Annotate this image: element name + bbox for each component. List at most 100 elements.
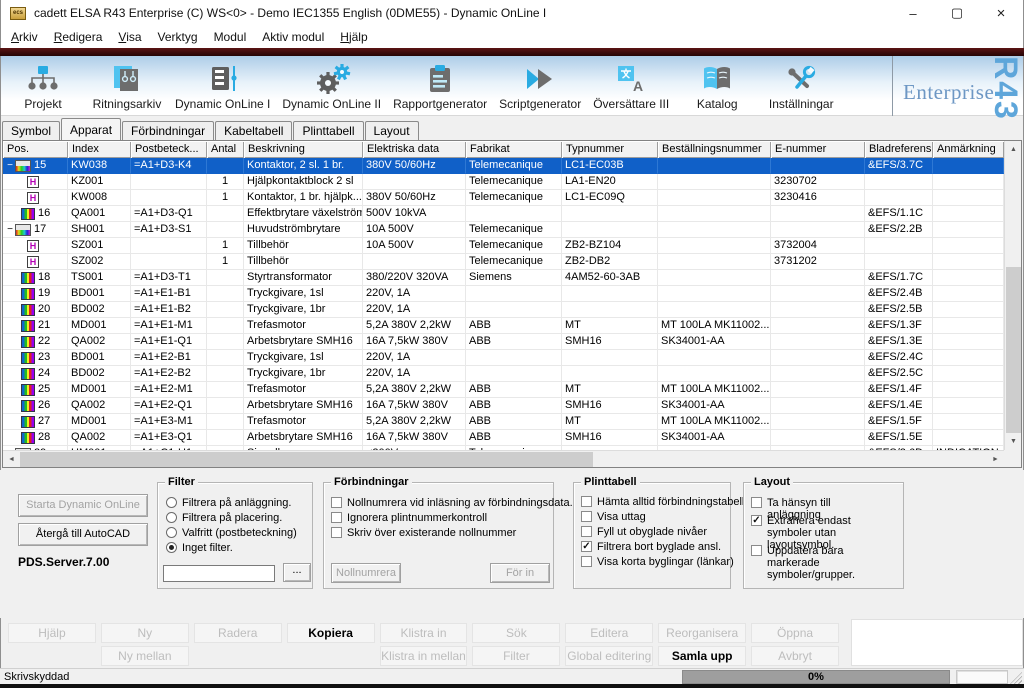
scriptgenerator-toolbar-button[interactable]: Scriptgenerator	[493, 56, 587, 115]
layout-option-uppdatera-bara-markerade-symboler-grupper[interactable]: Uppdatera bara markerade symboler/gruppe…	[751, 545, 886, 581]
table-row[interactable]: 19BD001=A1+E1-B1Tryckgivare, 1sl220V, 1A…	[3, 286, 1004, 302]
table-row[interactable]: −15KW038=A1+D3-K4Kontaktor, 2 sl. 1 br.3…	[3, 158, 1004, 174]
column-header-pos[interactable]: Pos.	[3, 141, 68, 158]
collapse-icon[interactable]: −	[5, 223, 15, 237]
table-row[interactable]: HKW0081Kontaktor, 1 br. hjälpk...380V 50…	[3, 190, 1004, 206]
table-row[interactable]: 23BD001=A1+E2-B1Tryckgivare, 1sl220V, 1A…	[3, 350, 1004, 366]
dynamic-online-i-toolbar-button[interactable]: Dynamic OnLine I	[169, 56, 276, 115]
hscroll-thumb[interactable]	[20, 452, 593, 467]
ppna-button[interactable]: Öppna	[751, 623, 839, 643]
checkbox-icon[interactable]: ✓	[751, 515, 762, 526]
column-header-best-llningsnummer[interactable]: Beställningsnummer	[658, 141, 771, 158]
filter-value-input[interactable]	[163, 565, 275, 582]
column-header-anm-rkning[interactable]: Anmärkning	[933, 141, 1004, 158]
filter-option-filtrera-p-placering[interactable]: Filtrera på placering.	[166, 512, 282, 524]
resize-grip-icon[interactable]	[1010, 672, 1022, 684]
scroll-right-icon[interactable]: ►	[987, 451, 1004, 468]
maximize-icon[interactable]: ▢	[935, 0, 979, 26]
column-header-index[interactable]: Index	[68, 141, 131, 158]
table-row[interactable]: HKZ0011Hjälpkontaktblock 2 slTelemecaniq…	[3, 174, 1004, 190]
vscroll-thumb[interactable]	[1006, 267, 1021, 433]
menu-modul[interactable]: Modul	[206, 28, 255, 46]
checkbox-icon[interactable]	[331, 527, 342, 538]
column-header-elektriska-data[interactable]: Elektriska data	[363, 141, 466, 158]
klistra-in-mellan-button[interactable]: Klistra in mellan	[380, 646, 468, 666]
table-row[interactable]: 26QA002=A1+E2-Q1Arbetsbrytare SMH1616A 7…	[3, 398, 1004, 414]
close-icon[interactable]: ×	[979, 0, 1023, 26]
checkbox-icon[interactable]	[581, 556, 592, 567]
return-to-autocad-button[interactable]: Återgå till AutoCAD	[18, 523, 148, 546]
radio-icon[interactable]	[166, 497, 177, 508]
samla-upp-button[interactable]: Samla upp	[658, 646, 746, 666]
checkbox-icon[interactable]	[331, 512, 342, 523]
vers-ttare-iii-toolbar-button[interactable]: AÖversättare III	[587, 56, 675, 115]
klistra-in-button[interactable]: Klistra in	[380, 623, 468, 643]
terminal-option-visa-uttag[interactable]: Visa uttag	[581, 511, 646, 523]
checkbox-icon[interactable]	[581, 496, 592, 507]
radera-button[interactable]: Radera	[194, 623, 282, 643]
column-header-antal[interactable]: Antal	[207, 141, 244, 158]
tab-f-rbindningar[interactable]: Förbindningar	[122, 121, 214, 140]
minimize-icon[interactable]: –	[891, 0, 935, 26]
scroll-down-icon[interactable]: ▼	[1005, 433, 1022, 450]
filter-option-inget-filter[interactable]: Inget filter.	[166, 542, 233, 554]
vertical-scrollbar[interactable]: ▲ ▼	[1004, 141, 1021, 450]
column-header-e-nummer[interactable]: E-nummer	[771, 141, 865, 158]
checkbox-icon[interactable]	[581, 526, 592, 537]
menu-arkiv[interactable]: Arkiv	[3, 28, 46, 46]
tab-symbol[interactable]: Symbol	[2, 121, 60, 140]
table-row[interactable]: 25MD001=A1+E2-M1Trefasmotor5,2A 380V 2,2…	[3, 382, 1004, 398]
filter-button[interactable]: Filter	[472, 646, 560, 666]
table-row[interactable]: 18TS001=A1+D3-T1Styrtransformator380/220…	[3, 270, 1004, 286]
tab-apparat[interactable]: Apparat	[61, 118, 121, 140]
inst-llningar-toolbar-button[interactable]: Inställningar	[759, 56, 843, 115]
terminal-option-visa-korta-byglingar-l-nkar[interactable]: Visa korta byglingar (länkar)	[581, 556, 734, 568]
editera-button[interactable]: Editera	[565, 623, 653, 643]
checkbox-icon[interactable]	[581, 511, 592, 522]
checkbox-icon[interactable]	[751, 497, 762, 508]
checkbox-icon[interactable]: ✓	[581, 541, 592, 552]
column-header-postbeteck[interactable]: Postbeteck...	[131, 141, 207, 158]
menu-visa[interactable]: Visa	[110, 28, 149, 46]
checkbox-icon[interactable]	[751, 545, 762, 556]
column-header-fabrikat[interactable]: Fabrikat	[466, 141, 562, 158]
checkbox-icon[interactable]	[331, 497, 342, 508]
menu-aktiv-modul[interactable]: Aktiv modul	[254, 28, 332, 46]
terminal-option-filtrera-bort-byglade-ansl[interactable]: ✓Filtrera bort byglade ansl.	[581, 541, 721, 553]
column-header-typnummer[interactable]: Typnummer	[562, 141, 658, 158]
table-row[interactable]: 22QA002=A1+E1-Q1Arbetsbrytare SMH1616A 7…	[3, 334, 1004, 350]
table-row[interactable]: 20BD002=A1+E1-B2Tryckgivare, 1br220V, 1A…	[3, 302, 1004, 318]
hj-lp-button[interactable]: Hjälp	[8, 623, 96, 643]
scroll-left-icon[interactable]: ◄	[3, 451, 20, 468]
filter-option-filtrera-p-anl-ggning[interactable]: Filtrera på anläggning.	[166, 497, 291, 509]
column-header-beskrivning[interactable]: Beskrivning	[244, 141, 363, 158]
radio-icon[interactable]	[166, 527, 177, 538]
filter-browse-button[interactable]: ...	[283, 563, 311, 582]
tab-kabeltabell[interactable]: Kabeltabell	[215, 121, 292, 140]
horizontal-scrollbar[interactable]: ◄ ►	[3, 450, 1004, 467]
scroll-up-icon[interactable]: ▲	[1005, 141, 1022, 158]
ritningsarkiv-toolbar-button[interactable]: Ritningsarkiv	[85, 56, 169, 115]
avbryt-button[interactable]: Avbryt	[751, 646, 839, 666]
terminal-option-fyll-ut-obyglade-niv-er[interactable]: Fyll ut obyglade nivåer	[581, 526, 707, 538]
terminal-option-h-mta-alltid-f-rbindningstabell[interactable]: Hämta alltid förbindningstabell	[581, 496, 744, 508]
kopiera-button[interactable]: Kopiera	[287, 623, 375, 643]
table-row[interactable]: 16QA001=A1+D3-Q1Effektbrytare växelström…	[3, 206, 1004, 222]
collapse-icon[interactable]: −	[5, 159, 15, 173]
katalog-toolbar-button[interactable]: Katalog	[675, 56, 759, 115]
menu-redigera[interactable]: Redigera	[46, 28, 111, 46]
table-row[interactable]: HSZ0011Tillbehör10A 500VTelemecaniqueZB2…	[3, 238, 1004, 254]
table-row[interactable]: 21MD001=A1+E1-M1Trefasmotor5,2A 380V 2,2…	[3, 318, 1004, 334]
connections-option-nollnumrera-vid-inl-sning-av-f-rbindningsdata[interactable]: Nollnumrera vid inläsning av förbindning…	[331, 497, 573, 509]
for-in-button[interactable]: För in	[490, 563, 550, 583]
radio-icon[interactable]	[166, 542, 177, 553]
dynamic-online-ii-toolbar-button[interactable]: Dynamic OnLine II	[276, 56, 387, 115]
connections-option-skriv-ver-existerande-nollnummer[interactable]: Skriv över existerande nollnummer	[331, 527, 516, 539]
ny-mellan-button[interactable]: Ny mellan	[101, 646, 189, 666]
start-dynamic-online-button[interactable]: Starta Dynamic OnLine	[18, 494, 148, 517]
menu-hj-lp[interactable]: Hjälp	[332, 28, 375, 46]
s-k-button[interactable]: Sök	[472, 623, 560, 643]
column-header-bladreferens[interactable]: Bladreferens	[865, 141, 933, 158]
nollnumrera-button[interactable]: Nollnumrera	[331, 563, 401, 583]
reorganisera-button[interactable]: Reorganisera	[658, 623, 746, 643]
